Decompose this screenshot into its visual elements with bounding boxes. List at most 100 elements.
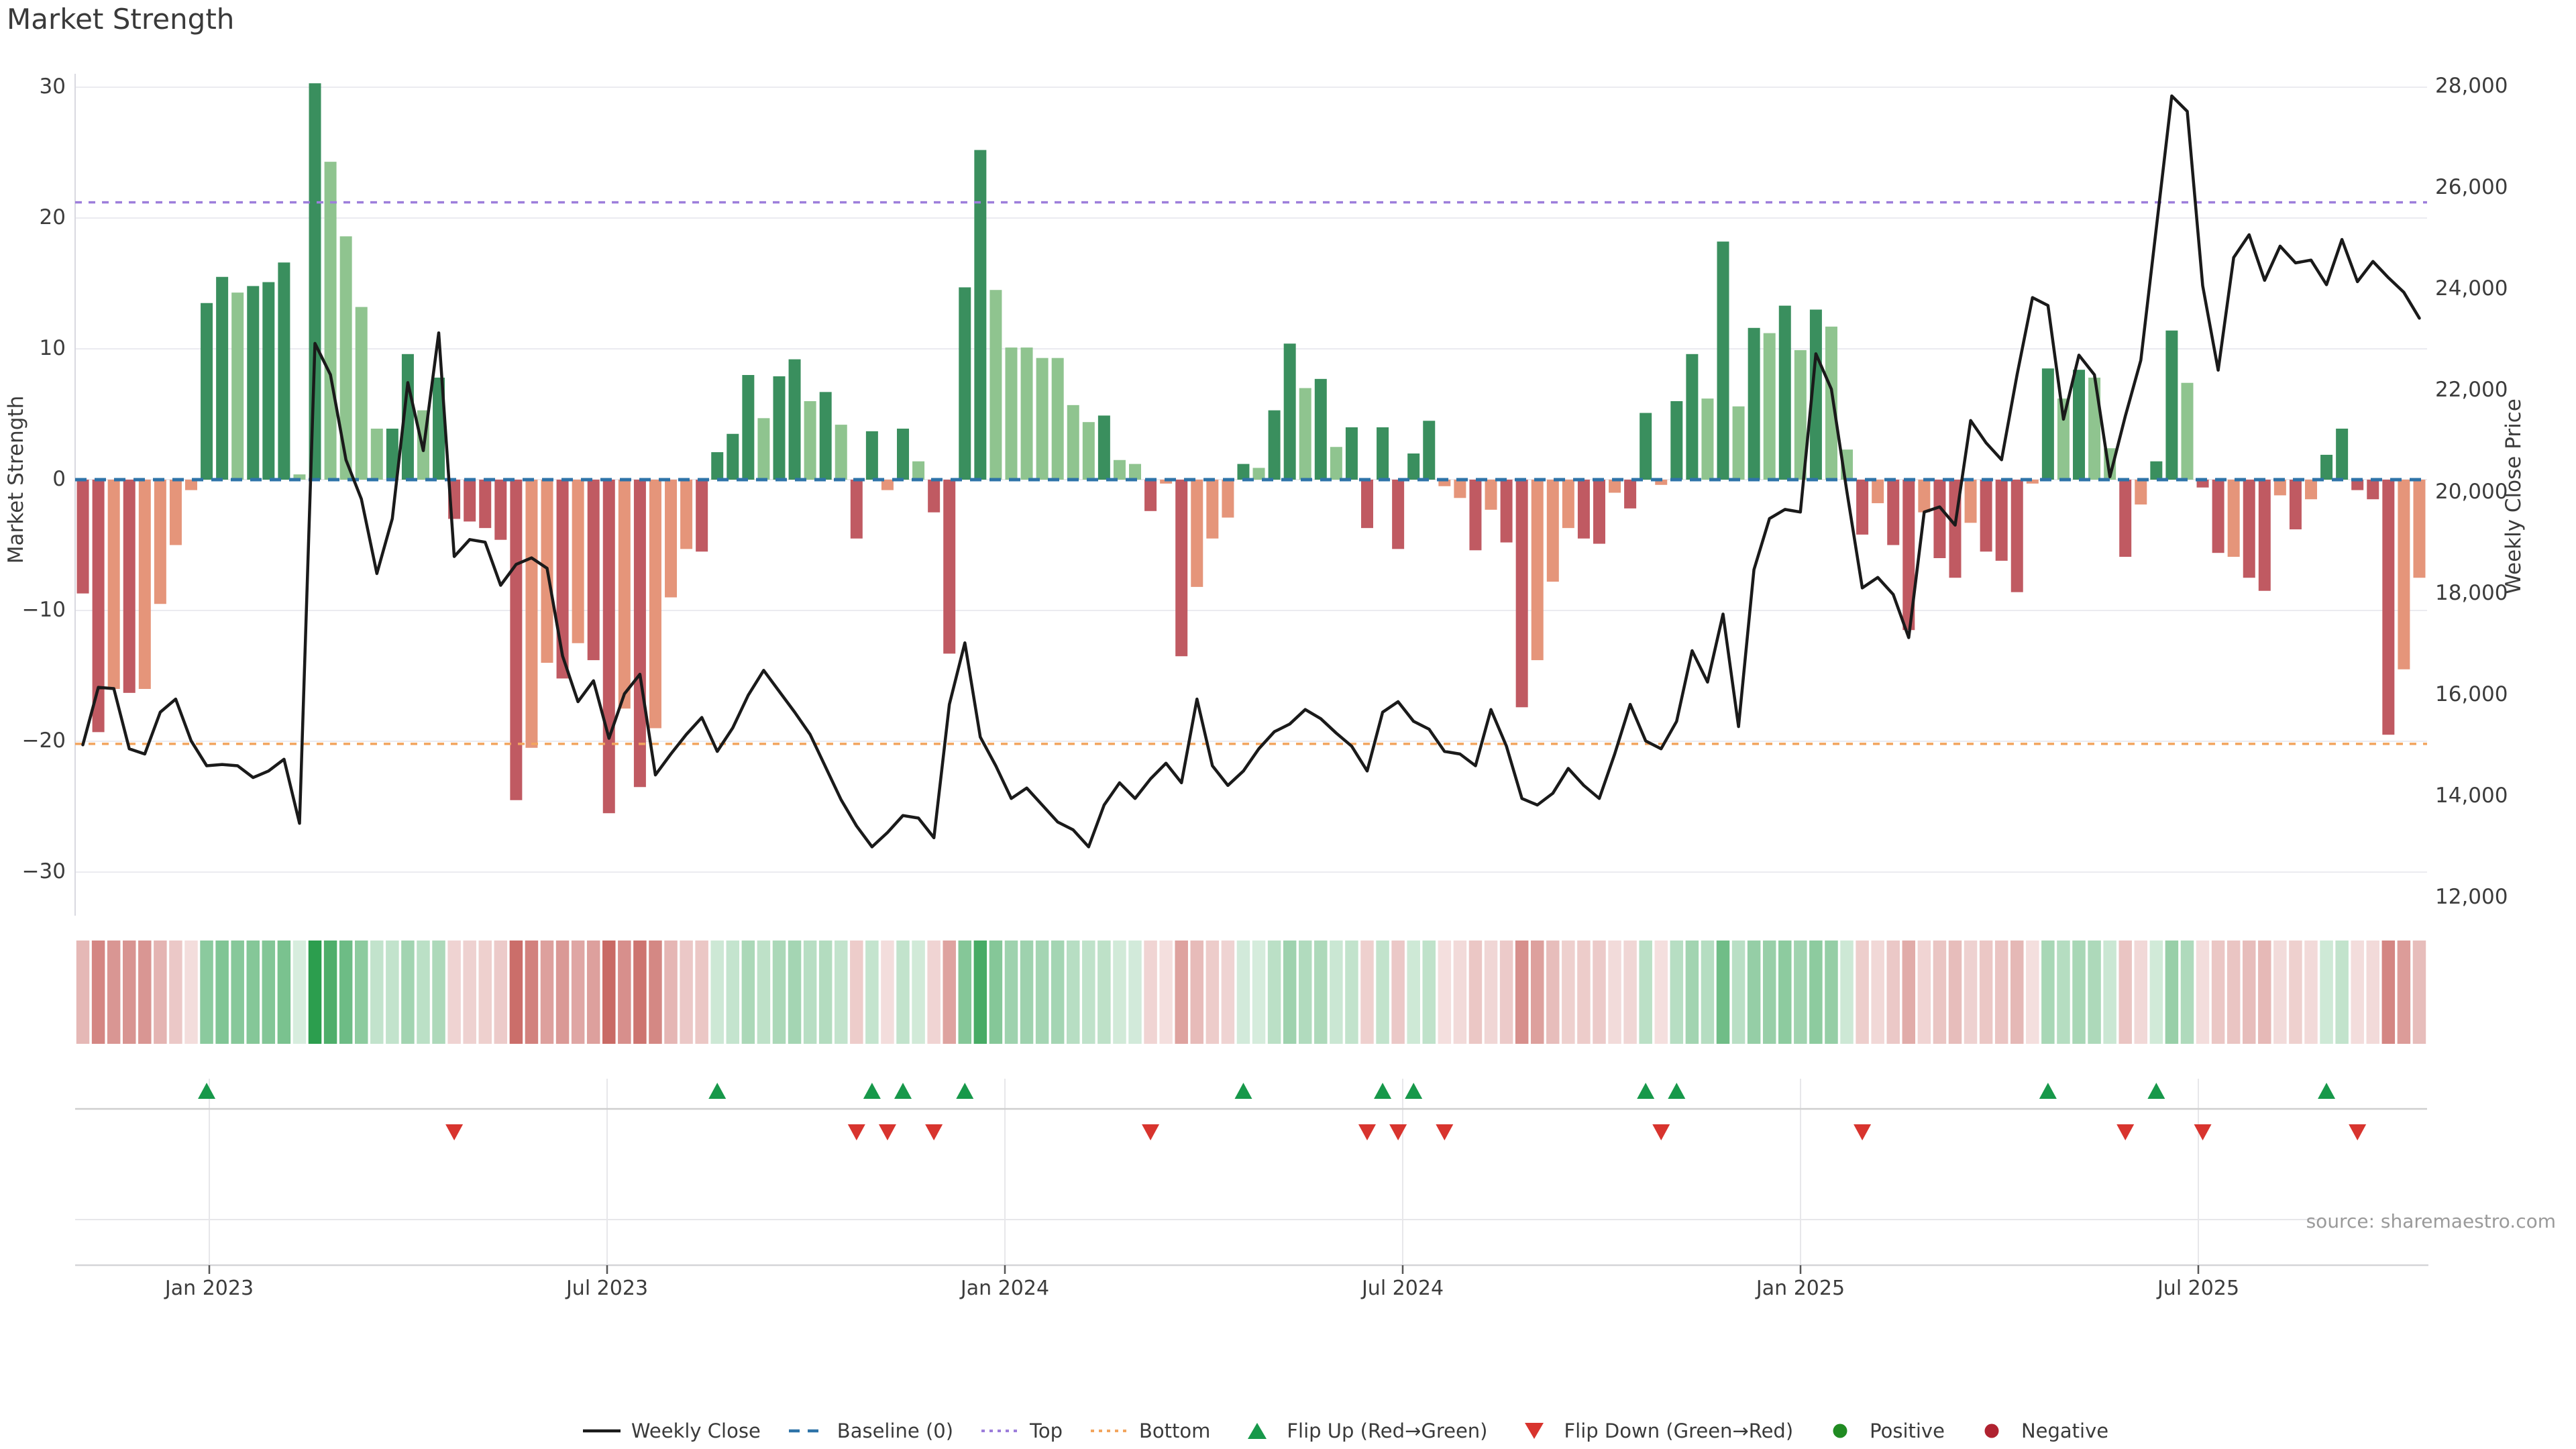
heat-cell [123,941,136,1044]
heat-cell [1933,941,1947,1044]
marker-band [75,1079,2428,1274]
heat-cell [1515,941,1529,1044]
heat-cell [355,941,368,1044]
strength-bar [2135,480,2147,504]
strength-bar [309,83,321,480]
strength-bar [2042,368,2054,480]
strength-bar [603,480,615,813]
strength-bar [1222,480,1234,518]
heat-strip [76,941,2426,1044]
heat-cell [1686,941,1699,1044]
strength-bar [1547,480,1559,582]
heat-cell [2320,941,2333,1044]
heat-cell [896,941,910,1044]
strength-bar [325,162,337,480]
heat-cell [262,941,276,1044]
heat-cell [2118,941,2132,1044]
strength-bar [588,480,600,660]
strength-bar [1717,241,1729,480]
strength-bar [1175,480,1187,656]
strength-bar [108,480,120,689]
strength-bar [1021,347,1033,480]
heat-cell [1128,941,1142,1044]
strength-bar [1361,480,1373,528]
heat-cell [649,941,662,1044]
heat-cell [2041,941,2055,1044]
strength-bar [1965,480,1977,523]
heat-cell [324,941,337,1044]
heat-cell [401,941,415,1044]
heat-cell [2103,941,2116,1044]
x-tick-label: Jul 2023 [533,1279,681,1299]
legend-item: Baseline (0) [788,1419,953,1442]
heat-cell [2382,941,2396,1044]
heat-cell [1051,941,1065,1044]
heat-cell [1423,941,1436,1044]
strength-bar [1206,480,1218,539]
heat-cell [1407,941,1420,1044]
strength-bar [2073,370,2085,480]
heat-cell [386,941,399,1044]
heat-cell [1144,941,1157,1044]
heat-cell [2165,941,2179,1044]
strength-bar [1454,480,1466,498]
left-tick-label: −10 [0,600,66,621]
strength-bar [619,480,631,708]
strength-bar [1423,421,1435,480]
heat-cell [1175,941,1188,1044]
heat-cell [1222,941,1235,1044]
flip-down-marker [848,1124,865,1140]
heat-cell [2367,941,2380,1044]
heat-cell [757,941,771,1044]
strength-bar [1315,379,1327,480]
heat-cell [2057,941,2070,1044]
strength-bar [1083,422,1095,480]
strength-bar [1485,480,1497,510]
strength-bar [479,480,491,528]
strength-bar [1670,401,1682,480]
legend-label: Bottom [1139,1419,1210,1442]
right-tick-label: 16,000 [2435,684,2508,705]
heat-cell [2150,941,2163,1044]
heat-cell [1546,941,1560,1044]
strength-bar [2212,480,2224,553]
flip-up-marker [1374,1083,1391,1099]
heat-cell [278,941,291,1044]
heat-cell [2072,941,2086,1044]
strength-bar [2413,480,2425,578]
legend-label: Weekly Close [631,1419,761,1442]
flip-down-marker [2116,1124,2134,1140]
strength-bar [1562,480,1574,528]
strength-bar [804,401,816,480]
heat-cell [727,941,740,1044]
strength-bar [1640,413,1652,480]
strength-bar [680,480,692,549]
heat-cell [1608,941,1621,1044]
strength-bar [2305,480,2317,499]
heat-cell [1856,941,1869,1044]
x-tick-label: Jul 2024 [1329,1279,1477,1299]
heat-cell [1082,941,1095,1044]
heat-cell [2010,941,2024,1044]
heat-cell [1252,941,1266,1044]
heat-cell [1949,941,1962,1044]
heat-cell [2273,941,2287,1044]
heat-cell [1237,941,1250,1044]
heat-cell [1748,941,1761,1044]
heat-cell [1623,941,1637,1044]
heat-cell [107,941,121,1044]
strength-bar [216,277,228,480]
right-tick-label: 26,000 [2435,177,2508,198]
strength-bar [1701,398,1713,480]
strength-bar [1593,480,1605,544]
legend-item: Bottom [1089,1419,1210,1442]
bottom-line-swatch [1089,1419,1130,1442]
flip-down-marker [1854,1124,1871,1140]
strength-bar [1825,327,1837,480]
heat-cell [2088,941,2101,1044]
heat-cell [633,941,647,1044]
left-tick-label: 20 [0,207,66,228]
strength-bar [773,376,785,480]
strength-bar [943,480,955,653]
strength-bar [1377,427,1389,480]
